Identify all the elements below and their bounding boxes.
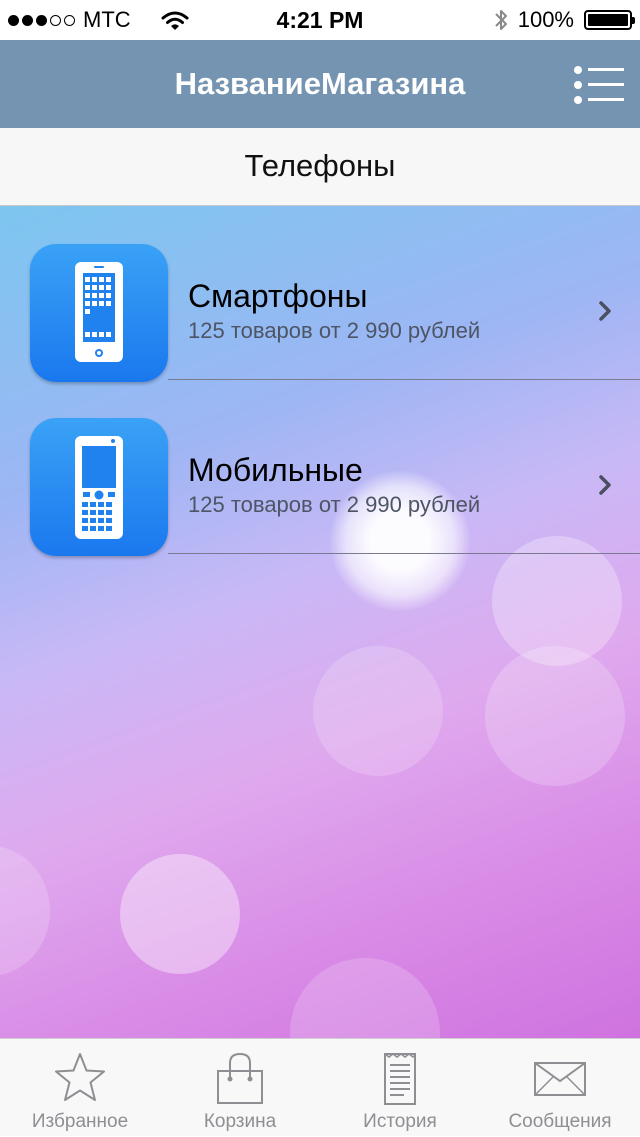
category-item-smartphones[interactable]: Смартфоны 125 товаров от 2 990 рублей — [0, 206, 640, 382]
tab-label: Избранное — [31, 1111, 129, 1132]
status-right: 100% — [494, 7, 635, 33]
tab-bar: Избранное Корзина История Сообщения — [0, 1038, 640, 1136]
page-title: Телефоны — [244, 148, 396, 183]
status-bar: MTC 4:21 PM 100% — [0, 0, 640, 40]
category-item-mobile[interactable]: Мобильные 125 товаров от 2 990 рублей — [0, 380, 640, 556]
tab-cart[interactable]: Корзина — [160, 1039, 320, 1137]
list-divider — [168, 553, 640, 554]
star-icon — [55, 1053, 105, 1101]
tab-history[interactable]: История — [320, 1039, 480, 1137]
section-header: Телефоны — [0, 128, 640, 206]
bluetooth-icon — [495, 10, 507, 30]
battery-icon — [584, 10, 635, 30]
category-title: Мобильные — [188, 452, 363, 488]
smartphone-icon — [30, 244, 168, 382]
category-title: Смартфоны — [188, 278, 368, 314]
store-title: НазваниеМагазина — [174, 66, 466, 101]
tab-favorites[interactable]: Избранное — [0, 1039, 160, 1137]
tab-label: История — [363, 1111, 437, 1132]
chevron-right-icon — [599, 301, 611, 321]
tab-label: Сообщения — [508, 1111, 612, 1132]
category-subtitle: 125 товаров от 2 990 рублей — [188, 492, 481, 517]
chevron-right-icon — [599, 475, 611, 495]
mobile-phone-icon — [30, 418, 168, 556]
menu-button[interactable] — [574, 63, 624, 107]
tab-label: Корзина — [203, 1111, 277, 1132]
category-subtitle: 125 товаров от 2 990 рублей — [188, 318, 481, 343]
shopping-bag-icon — [217, 1052, 263, 1104]
tab-messages[interactable]: Сообщения — [480, 1039, 640, 1137]
envelope-icon — [534, 1062, 586, 1096]
battery-percent: 100% — [517, 7, 574, 32]
receipt-icon — [384, 1053, 416, 1105]
category-list: Смартфоны 125 товаров от 2 990 рублей Мо… — [0, 206, 640, 1038]
navigation-bar: НазваниеМагазина — [0, 40, 640, 128]
